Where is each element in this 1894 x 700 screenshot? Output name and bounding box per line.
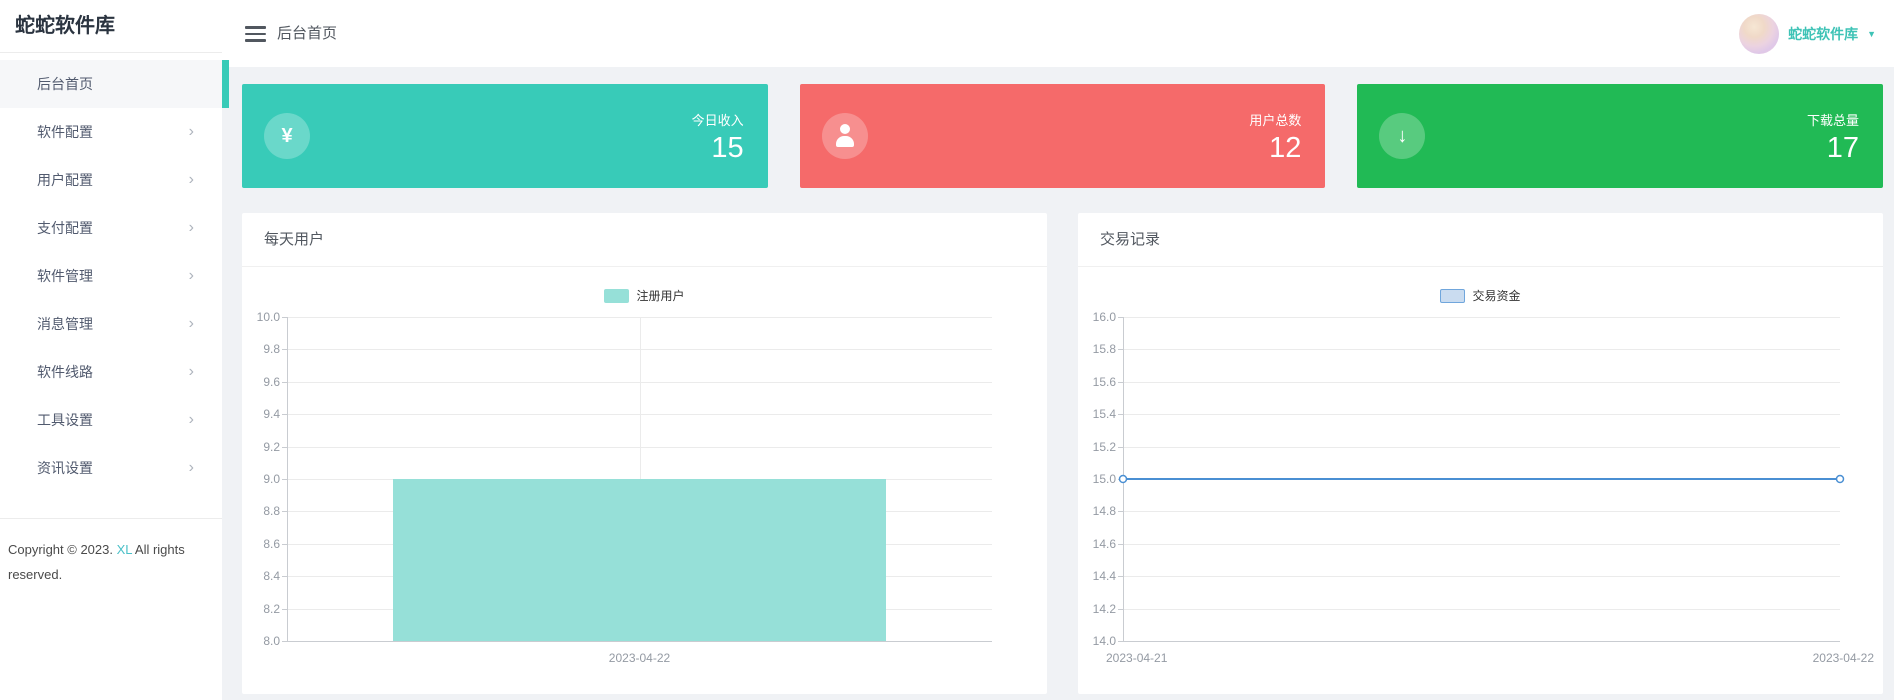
- stat-card-downloads: ↓ 下载总量 17: [1357, 84, 1884, 188]
- transactions-line-chart: 交易资金 16.0 15.8 15.6 15.4 15.2 15.0 14.8 14.6 14.…: [1078, 267, 1883, 693]
- copyright-link[interactable]: XL: [117, 542, 132, 557]
- sidebar-item-user-config[interactable]: 用户配置 ›: [0, 156, 222, 204]
- sidebar-item-label: 工具设置: [37, 412, 93, 428]
- panel-title: 每天用户: [242, 213, 1047, 267]
- chevron-right-icon: ›: [188, 219, 194, 236]
- app-logo: 蛇蛇软件库: [0, 0, 222, 53]
- chart-marker: [1118, 474, 1128, 484]
- y-axis-label: 9.8: [263, 342, 280, 357]
- sidebar-item-software-manage[interactable]: 软件管理 ›: [0, 252, 222, 300]
- page-title: 后台首页: [277, 25, 338, 42]
- y-axis-label: 9.6: [263, 374, 280, 389]
- y-axis-label: 9.0: [263, 472, 280, 486]
- sidebar-item-label: 支付配置: [37, 220, 93, 236]
- chevron-right-icon: ›: [188, 315, 194, 332]
- x-axis-label: 2023-04-21: [1106, 651, 1168, 665]
- chevron-right-icon: ›: [188, 459, 194, 476]
- y-axis-line: [287, 317, 288, 641]
- user-icon: [821, 113, 868, 159]
- y-axis-label: 8.0: [263, 634, 280, 648]
- chevron-right-icon: ›: [188, 363, 194, 380]
- y-axis-label: 8.6: [263, 536, 280, 551]
- chart-line: [1118, 474, 1845, 484]
- y-axis-label: 8.8: [263, 504, 280, 519]
- sidebar-item-label: 软件管理: [37, 268, 93, 284]
- y-axis-label: 8.2: [263, 601, 280, 616]
- chevron-right-icon: ›: [188, 411, 194, 428]
- y-axis-label: 8.4: [263, 569, 280, 584]
- sidebar-item-dashboard[interactable]: 后台首页: [0, 60, 229, 108]
- sidebar-item-software-lines[interactable]: 软件线路 ›: [0, 348, 222, 396]
- main-content: ¥ 今日收入 15 用户总数 12 ↓ 下载总量 17 每天用户 注册用户 10…: [222, 67, 1894, 700]
- sidebar-item-payment-config[interactable]: 支付配置 ›: [0, 204, 222, 252]
- stat-cards: ¥ 今日收入 15 用户总数 12 ↓ 下载总量 17: [242, 84, 1884, 188]
- daily-users-panel: 每天用户 注册用户 10.0 9.8 9.6 9.4 9.2 9.0 8.8 8.6 8.4 8.…: [242, 213, 1047, 694]
- sidebar-item-software-config[interactable]: 软件配置 ›: [0, 108, 222, 156]
- sidebar-item-label: 后台首页: [37, 76, 93, 92]
- legend-swatch: [604, 288, 630, 303]
- stat-label: 下载总量: [1807, 112, 1860, 128]
- chart-marker: [1835, 474, 1845, 484]
- chevron-right-icon: ›: [188, 171, 194, 188]
- sidebar-item-message-manage[interactable]: 消息管理 ›: [0, 300, 222, 348]
- sidebar: 蛇蛇软件库 后台首页 软件配置 › 用户配置 › 支付配置 › 软件管理 › 消…: [0, 0, 229, 700]
- user-menu[interactable]: 蛇蛇软件库 ▼: [1739, 0, 1876, 67]
- stat-label: 用户总数: [1249, 112, 1302, 128]
- daily-users-bar-chart: 注册用户 10.0 9.8 9.6 9.4 9.2 9.0 8.8 8.6 8.4 8.2 8.0 2…: [242, 267, 1047, 693]
- sidebar-item-tool-settings[interactable]: 工具设置 ›: [0, 396, 222, 444]
- sidebar-item-label: 消息管理: [37, 316, 93, 332]
- y-axis-label: 9.4: [263, 407, 280, 422]
- user-avatar[interactable]: [1739, 13, 1780, 54]
- stat-value: 12: [1269, 131, 1302, 164]
- sidebar-item-label: 软件线路: [37, 364, 93, 380]
- stat-card-users: 用户总数 12: [799, 84, 1326, 188]
- stat-value: 15: [711, 131, 744, 164]
- stat-value: 17: [1826, 131, 1860, 164]
- top-header: 后台首页 蛇蛇软件库 ▼: [222, 0, 1894, 67]
- chevron-down-icon: ▼: [1867, 28, 1876, 39]
- legend-registered-users[interactable]: 注册用户: [242, 287, 1047, 304]
- sidebar-item-news-settings[interactable]: 资讯设置 ›: [0, 444, 222, 492]
- menu-toggle-icon[interactable]: [245, 26, 266, 46]
- yen-icon: ¥: [264, 113, 310, 159]
- y-axis-tick: [282, 641, 287, 642]
- sidebar-item-label: 用户配置: [37, 172, 93, 188]
- stat-card-income: ¥ 今日收入 15: [242, 84, 768, 188]
- x-axis-label: 2023-04-22: [608, 651, 671, 665]
- chart-panels: 每天用户 注册用户 10.0 9.8 9.6 9.4 9.2 9.0 8.8 8.6 8.4 8.…: [242, 213, 1883, 694]
- user-name[interactable]: 蛇蛇软件库: [1788, 24, 1858, 44]
- sidebar-item-label: 资讯设置: [37, 460, 93, 476]
- x-axis-label: 2023-04-22: [1812, 651, 1874, 665]
- copyright: Copyright © 2023. XL All rights reserved…: [0, 519, 222, 587]
- panel-title: 交易记录: [1078, 213, 1883, 267]
- gridline: [287, 641, 992, 642]
- chevron-right-icon: ›: [188, 267, 194, 284]
- sidebar-item-label: 软件配置: [37, 124, 93, 140]
- download-icon: ↓: [1379, 113, 1426, 159]
- y-axis-label: 10.0: [256, 310, 280, 324]
- chevron-right-icon: ›: [188, 123, 194, 140]
- copyright-text: Copyright © 2023.: [8, 542, 117, 557]
- sidebar-nav: 后台首页 软件配置 › 用户配置 › 支付配置 › 软件管理 › 消息管理 › …: [0, 53, 229, 492]
- transactions-panel: 交易记录 交易资金 16.0 15.8 15.6 15.4 15.2 15.0 14.8 14…: [1078, 213, 1883, 694]
- y-axis-label: 9.2: [263, 439, 280, 454]
- legend-label: 注册用户: [636, 289, 685, 303]
- chart-bar: [392, 479, 887, 641]
- stat-label: 今日收入: [691, 112, 744, 128]
